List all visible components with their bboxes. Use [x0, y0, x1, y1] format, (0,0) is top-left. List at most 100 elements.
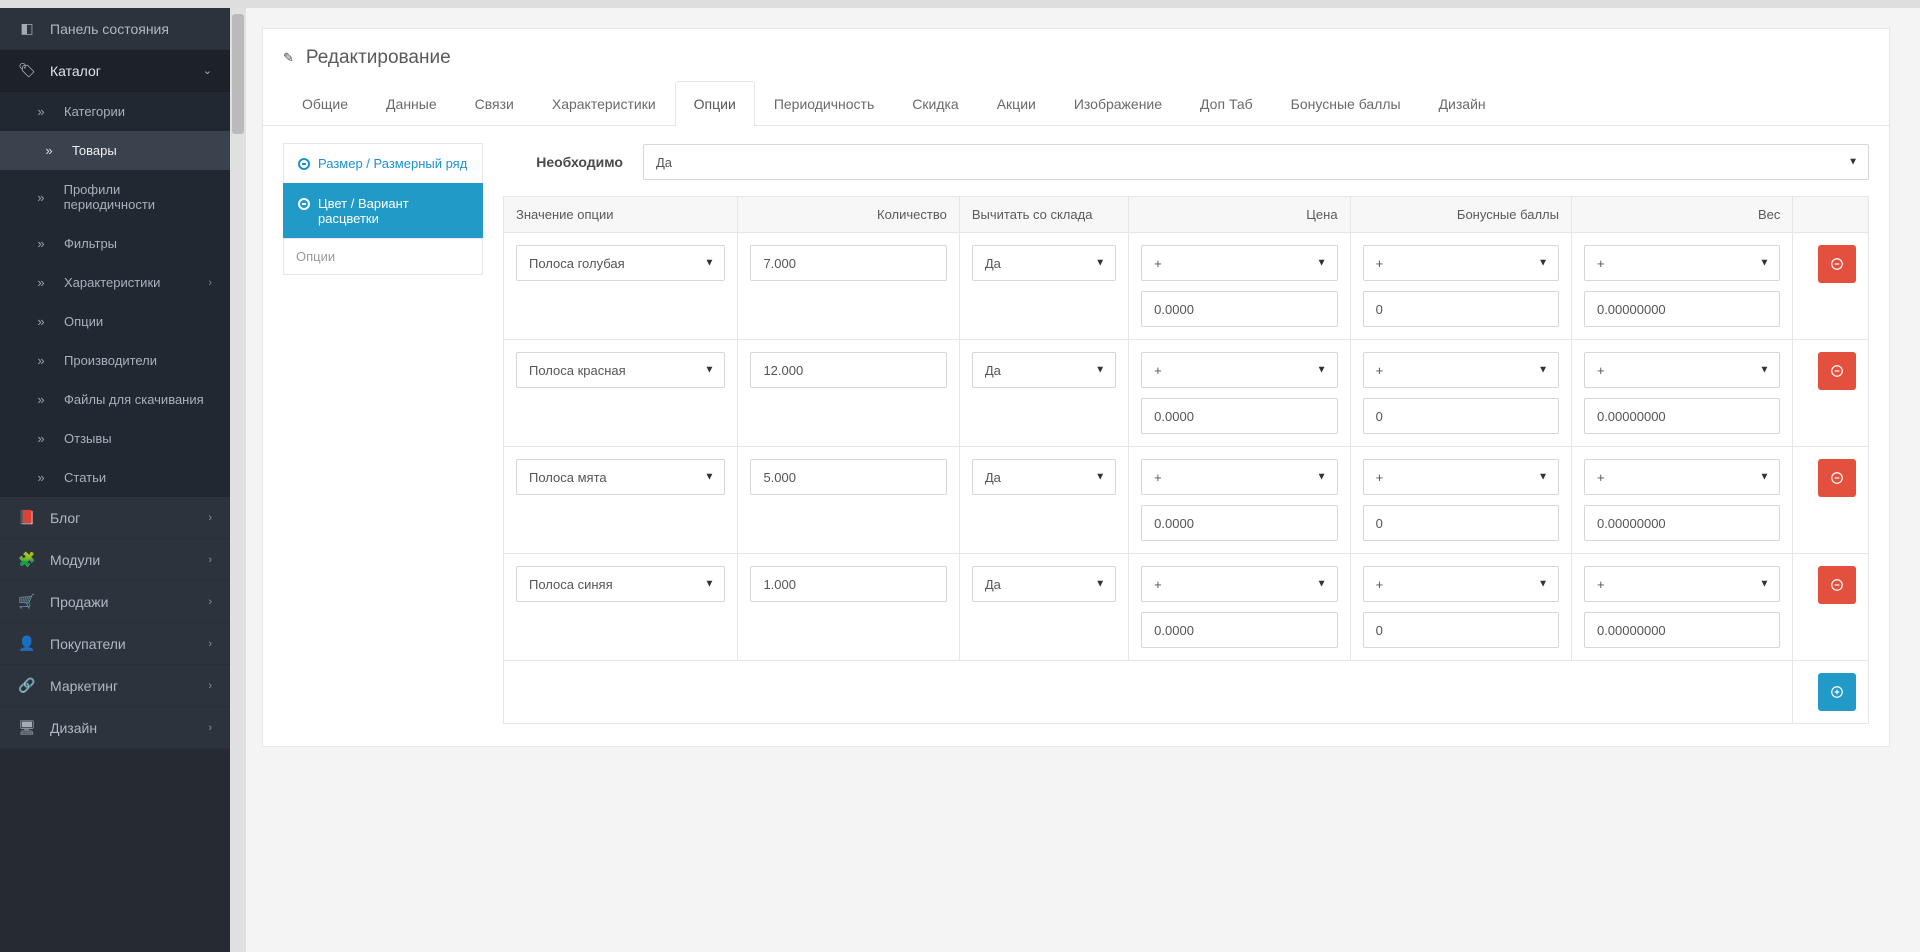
- tab-attribute[interactable]: Характеристики: [533, 81, 675, 126]
- select-value: Да: [656, 155, 672, 170]
- sidebar-item-blog[interactable]: 📕Блог›: [0, 497, 230, 539]
- option-value-select[interactable]: Полоса голубая▼: [516, 245, 725, 281]
- tab-extratab[interactable]: Доп Таб: [1181, 81, 1272, 126]
- subtract-select[interactable]: Да▼: [972, 459, 1116, 495]
- sidebar-item-dashboard[interactable]: ◧Панель состояния: [0, 8, 230, 50]
- th-label: Бонусные баллы: [1457, 207, 1559, 222]
- minus-circle-icon: [1830, 471, 1844, 485]
- table-row: Полоса мята▼ 5.000 Да▼ +▼ 0.0000 +▼ 0 +▼ 0.00000…: [504, 447, 1869, 554]
- sidebar-sub-attributes[interactable]: »Характеристики›: [0, 263, 230, 302]
- option-tab-color[interactable]: Цвет / Вариант расцветки: [283, 183, 483, 239]
- tab-special[interactable]: Акции: [978, 81, 1055, 126]
- sidebar-sub-articles[interactable]: »Статьи: [0, 458, 230, 497]
- subtract-select[interactable]: Да▼: [972, 245, 1116, 281]
- chevron-down-icon: ⌄: [203, 64, 212, 77]
- chevron-right-icon: »: [32, 392, 50, 407]
- chevron-right-icon: »: [32, 431, 50, 446]
- tab-data[interactable]: Данные: [367, 81, 456, 126]
- price-sign-select[interactable]: +▼: [1141, 245, 1337, 281]
- option-tab-size[interactable]: Размер / Размерный ряд: [283, 143, 483, 184]
- tab-discount[interactable]: Скидка: [893, 81, 977, 126]
- th-label: Значение опции: [516, 207, 614, 222]
- option-value-select[interactable]: Полоса мята▼: [516, 459, 725, 495]
- points-sign-select[interactable]: +▼: [1363, 245, 1559, 281]
- points-input[interactable]: 0: [1363, 291, 1559, 327]
- sidebar-sub-reviews[interactable]: »Отзывы: [0, 419, 230, 458]
- tab-reward[interactable]: Бонусные баллы: [1272, 81, 1420, 126]
- caret-down-icon: ▼: [1095, 472, 1105, 483]
- qty-input[interactable]: 1.000: [750, 566, 946, 602]
- points-sign-select[interactable]: +▼: [1363, 566, 1559, 602]
- weight-sign-select[interactable]: +▼: [1584, 245, 1780, 281]
- tab-general[interactable]: Общие: [283, 81, 367, 126]
- subtract-select[interactable]: Да▼: [972, 352, 1116, 388]
- tab-links[interactable]: Связи: [456, 81, 533, 126]
- option-add-input[interactable]: Опции: [283, 238, 483, 275]
- weight-sign-select[interactable]: +▼: [1584, 566, 1780, 602]
- subtract-select[interactable]: Да▼: [972, 566, 1116, 602]
- sidebar-item-design[interactable]: 🖥Дизайн›: [0, 707, 230, 749]
- sidebar-sub-profiles[interactable]: »Профили периодичности: [0, 170, 230, 224]
- weight-sign-select[interactable]: +▼: [1584, 352, 1780, 388]
- price-input[interactable]: 0.0000: [1141, 398, 1337, 434]
- delete-row-button[interactable]: [1818, 566, 1856, 604]
- sidebar-sub-filters[interactable]: »Фильтры: [0, 224, 230, 263]
- price-input[interactable]: 0.0000: [1141, 291, 1337, 327]
- qty-input[interactable]: 12.000: [750, 352, 946, 388]
- option-value-select[interactable]: Полоса синяя▼: [516, 566, 725, 602]
- chevron-right-icon: »: [32, 470, 50, 485]
- qty-input[interactable]: 7.000: [750, 245, 946, 281]
- scrollbar-thumb[interactable]: [232, 14, 244, 134]
- points-sign-select[interactable]: +▼: [1363, 459, 1559, 495]
- weight-sign-select[interactable]: +▼: [1584, 459, 1780, 495]
- qty-input[interactable]: 5.000: [750, 459, 946, 495]
- sidebar-sub-label: Опции: [64, 314, 103, 329]
- option-value-select[interactable]: Полоса красная▼: [516, 352, 725, 388]
- points-input[interactable]: 0: [1363, 398, 1559, 434]
- sidebar-sub-options[interactable]: »Опции: [0, 302, 230, 341]
- tab-option[interactable]: Опции: [675, 81, 755, 126]
- sidebar-item-marketing[interactable]: 🔗Маркетинг›: [0, 665, 230, 707]
- add-row-button[interactable]: [1818, 673, 1856, 711]
- price-sign-select[interactable]: +▼: [1141, 352, 1337, 388]
- sidebar-sub-products[interactable]: »Товары: [0, 131, 230, 170]
- points-sign-select[interactable]: +▼: [1363, 352, 1559, 388]
- sidebar-sub-downloads[interactable]: »Файлы для скачивания: [0, 380, 230, 419]
- sidebar-sub-categories[interactable]: »Категории: [0, 92, 230, 131]
- add-row-spacer: [504, 661, 1793, 724]
- select-value: +: [1376, 256, 1384, 271]
- tab-design[interactable]: Дизайн: [1420, 81, 1505, 126]
- tab-recurring[interactable]: Периодичность: [755, 81, 893, 126]
- sidebar-item-catalog[interactable]: 🏷Каталог ⌄: [0, 50, 230, 92]
- share-icon: 🔗: [18, 677, 36, 694]
- weight-input[interactable]: 0.00000000: [1584, 291, 1780, 327]
- weight-input[interactable]: 0.00000000: [1584, 612, 1780, 648]
- price-sign-select[interactable]: +▼: [1141, 566, 1337, 602]
- points-input[interactable]: 0: [1363, 505, 1559, 541]
- input-value: 1.000: [763, 577, 796, 592]
- required-select[interactable]: Да ▼: [643, 144, 1869, 180]
- sidebar-sub-manufacturers[interactable]: »Производители: [0, 341, 230, 380]
- caret-down-icon: ▼: [1848, 157, 1858, 168]
- sidebar-item-customers[interactable]: 👤Покупатели›: [0, 623, 230, 665]
- points-input[interactable]: 0: [1363, 612, 1559, 648]
- sidebar-item-modules[interactable]: 🧩Модули›: [0, 539, 230, 581]
- tab-label: Изображение: [1074, 96, 1162, 112]
- delete-row-button[interactable]: [1818, 459, 1856, 497]
- delete-row-button[interactable]: [1818, 245, 1856, 283]
- sidebar-item-sales[interactable]: 🛒Продажи›: [0, 581, 230, 623]
- delete-row-button[interactable]: [1818, 352, 1856, 390]
- weight-input[interactable]: 0.00000000: [1584, 505, 1780, 541]
- vertical-scrollbar[interactable]: [230, 8, 246, 952]
- sidebar-label: Маркетинг: [50, 678, 118, 694]
- sidebar-sub-label: Фильтры: [64, 236, 117, 251]
- tab-label: Опции: [694, 96, 736, 112]
- required-label: Необходимо: [503, 154, 623, 170]
- caret-down-icon: ▼: [1538, 579, 1548, 590]
- tab-image[interactable]: Изображение: [1055, 81, 1181, 126]
- sidebar-label: Дизайн: [50, 720, 97, 736]
- price-input[interactable]: 0.0000: [1141, 612, 1337, 648]
- price-sign-select[interactable]: +▼: [1141, 459, 1337, 495]
- price-input[interactable]: 0.0000: [1141, 505, 1337, 541]
- weight-input[interactable]: 0.00000000: [1584, 398, 1780, 434]
